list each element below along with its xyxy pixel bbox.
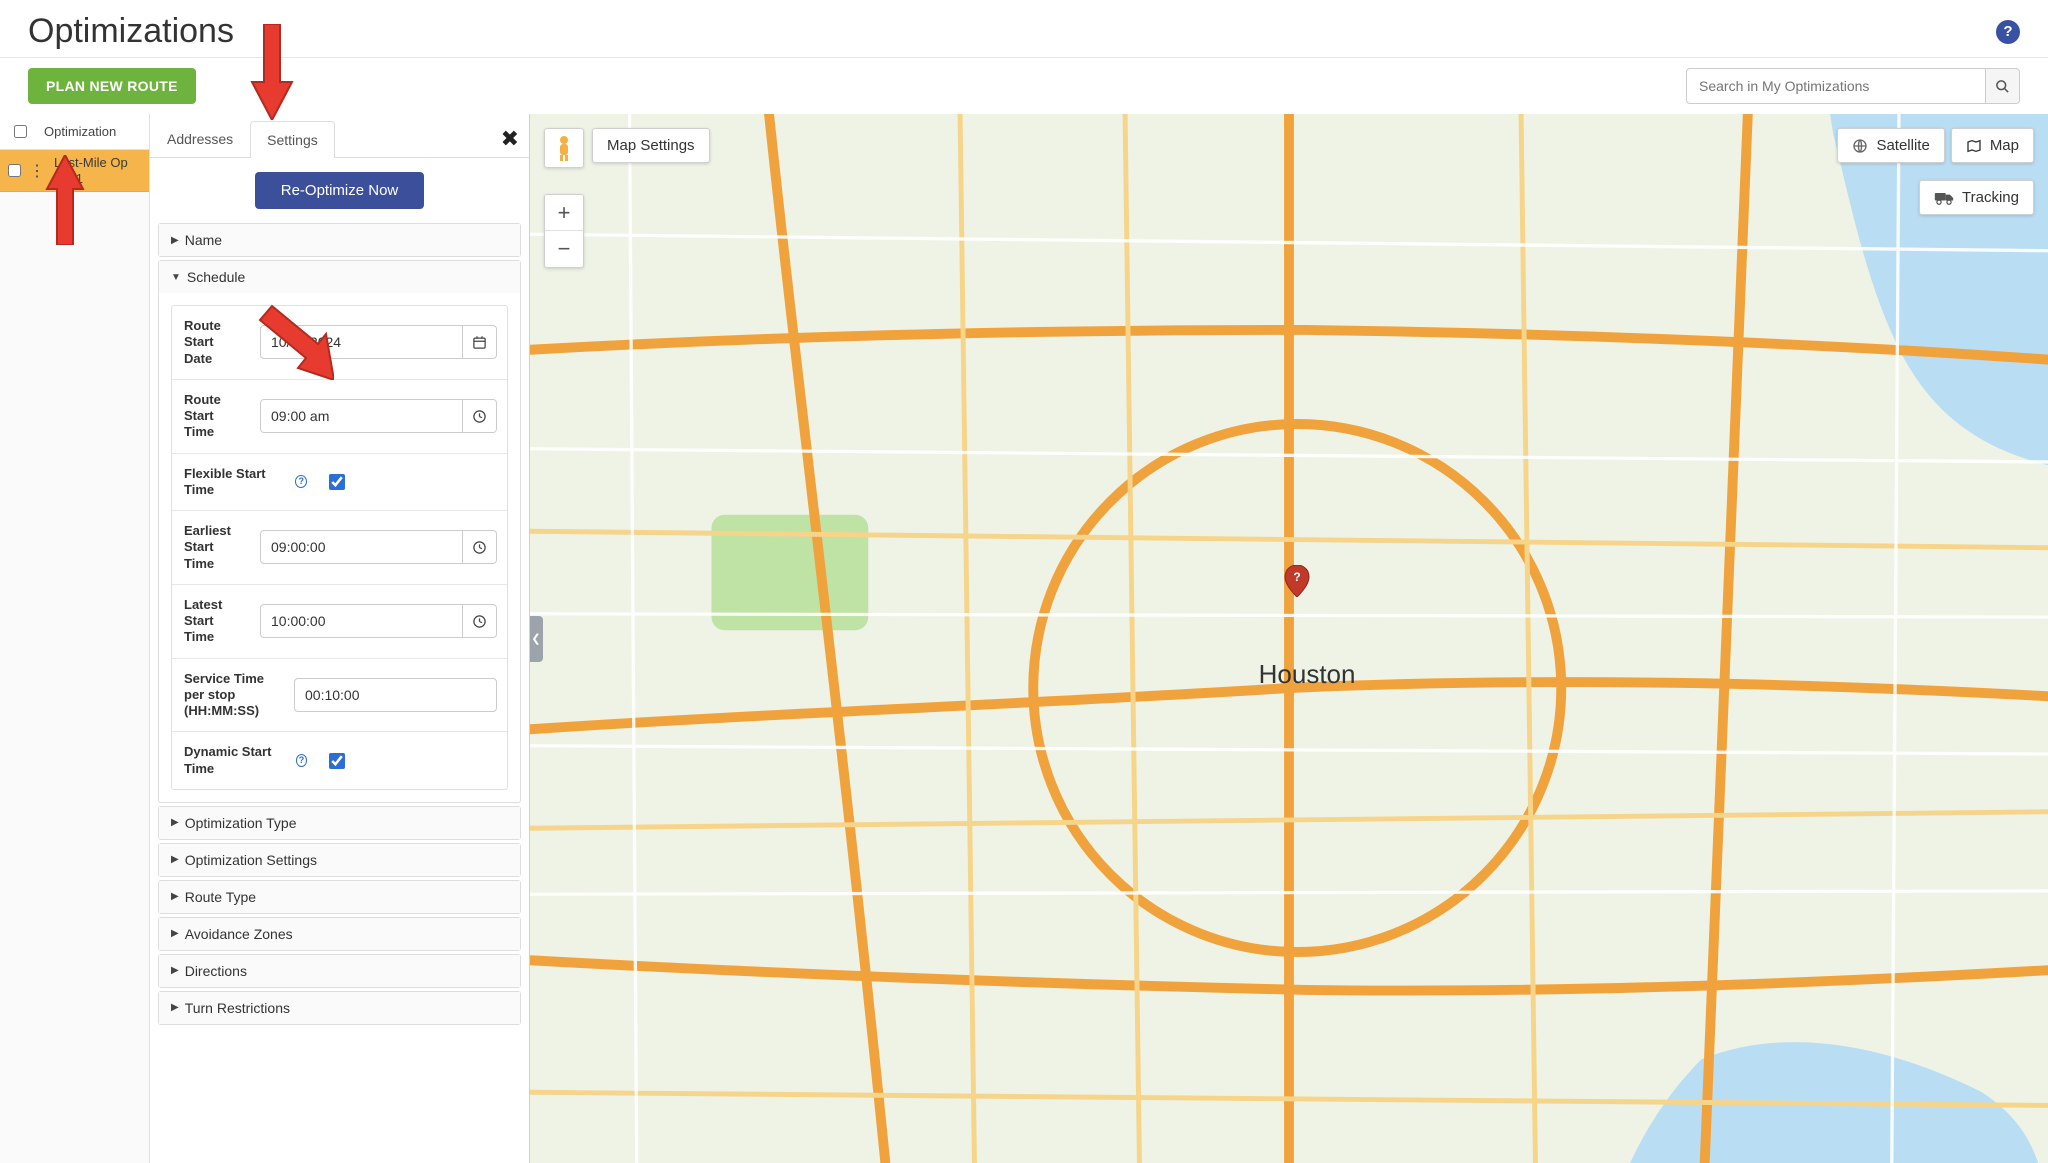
- tab-addresses[interactable]: Addresses: [150, 120, 250, 157]
- label-earliest-start-time: Earliest Start Time: [172, 511, 250, 584]
- label-route-start-time: Route Start Time: [172, 380, 250, 453]
- collapse-panel-handle[interactable]: ❮: [530, 616, 543, 662]
- tab-settings[interactable]: Settings: [250, 121, 335, 158]
- globe-icon: [1852, 138, 1868, 154]
- input-route-start-time[interactable]: [260, 399, 463, 433]
- section-optimization-type[interactable]: ▶Optimization Type: [158, 806, 521, 840]
- label-service-time: Service Time per stop (HH:MM:SS): [172, 659, 284, 732]
- toolbar: PLAN NEW ROUTE: [0, 58, 2048, 114]
- settings-panel: Addresses Settings ✖ Re-Optimize Now ▶Na…: [150, 114, 530, 1163]
- section-directions[interactable]: ▶Directions: [158, 954, 521, 988]
- row-checkbox[interactable]: [8, 164, 21, 177]
- search-icon: [1995, 79, 2010, 94]
- panel-tabs: Addresses Settings ✖: [150, 114, 529, 158]
- search-button[interactable]: [1986, 68, 2020, 104]
- plan-new-route-button[interactable]: PLAN NEW ROUTE: [28, 68, 196, 104]
- close-panel-button[interactable]: ✖: [501, 126, 519, 152]
- search-input[interactable]: [1686, 68, 1986, 104]
- map-settings-button[interactable]: Map Settings: [592, 128, 710, 163]
- page-header: Optimizations ?: [0, 0, 2048, 58]
- input-earliest-start-time[interactable]: [260, 530, 463, 564]
- truck-icon: [1934, 191, 1954, 205]
- section-name[interactable]: ▶Name: [158, 223, 521, 257]
- map-icon: [1966, 138, 1982, 154]
- zoom-out-button[interactable]: −: [545, 231, 583, 267]
- clock-icon[interactable]: [463, 604, 497, 638]
- checkbox-dynamic-start[interactable]: [329, 753, 345, 769]
- map-city-label: Houston: [1259, 659, 1356, 690]
- section-turn-restrictions[interactable]: ▶Turn Restrictions: [158, 991, 521, 1025]
- checkbox-flexible-start[interactable]: [329, 474, 345, 490]
- optimizations-list: Optimization ⋮ Last-Mile Op 0001: [0, 114, 150, 1163]
- label-route-start-date: Route Start Date: [172, 306, 250, 379]
- input-service-time[interactable]: [294, 678, 497, 712]
- map-canvas: [530, 114, 2048, 1163]
- map-pin[interactable]: ?: [1284, 565, 1310, 597]
- label-dynamic-start-time: Dynamic Start Time ?: [172, 732, 319, 789]
- page-title: Optimizations: [28, 12, 234, 51]
- satellite-button[interactable]: Satellite: [1837, 128, 1944, 163]
- section-avoidance-zones[interactable]: ▶Avoidance Zones: [158, 917, 521, 951]
- label-flexible-start-time: Flexible Start Time ?: [172, 454, 319, 511]
- info-icon[interactable]: ?: [295, 475, 307, 488]
- tracking-button[interactable]: Tracking: [1919, 180, 2034, 215]
- info-icon[interactable]: ?: [296, 754, 308, 767]
- map-type-button[interactable]: Map: [1951, 128, 2034, 163]
- label-latest-start-time: Latest Start Time: [172, 585, 250, 658]
- input-latest-start-time[interactable]: [260, 604, 463, 638]
- input-route-start-date[interactable]: [260, 325, 463, 359]
- list-row[interactable]: ⋮ Last-Mile Op 0001: [0, 150, 149, 192]
- help-button[interactable]: ?: [1996, 20, 2020, 44]
- zoom-in-button[interactable]: +: [545, 195, 583, 231]
- clock-icon[interactable]: [463, 530, 497, 564]
- select-all-checkbox[interactable]: [14, 125, 27, 138]
- row-name: Last-Mile Op 0001: [50, 151, 149, 190]
- section-schedule: ▼Schedule Route Start Date: [158, 260, 521, 803]
- clock-icon[interactable]: [463, 399, 497, 433]
- list-header: Optimization: [0, 114, 149, 150]
- reoptimize-button[interactable]: Re-Optimize Now: [255, 172, 425, 209]
- section-optimization-settings[interactable]: ▶Optimization Settings: [158, 843, 521, 877]
- section-schedule-head[interactable]: ▼Schedule: [159, 261, 520, 293]
- list-column-header: Optimization: [40, 124, 149, 139]
- map-area[interactable]: Houston ? Map Settings + − Satellite: [530, 114, 2048, 1163]
- search-wrap: [1686, 68, 2020, 104]
- svg-text:?: ?: [1293, 570, 1300, 584]
- zoom-control: + −: [544, 194, 584, 268]
- calendar-icon[interactable]: [463, 325, 497, 359]
- section-route-type[interactable]: ▶Route Type: [158, 880, 521, 914]
- pegman-button[interactable]: [544, 128, 584, 168]
- row-menu-button[interactable]: ⋮: [24, 161, 50, 181]
